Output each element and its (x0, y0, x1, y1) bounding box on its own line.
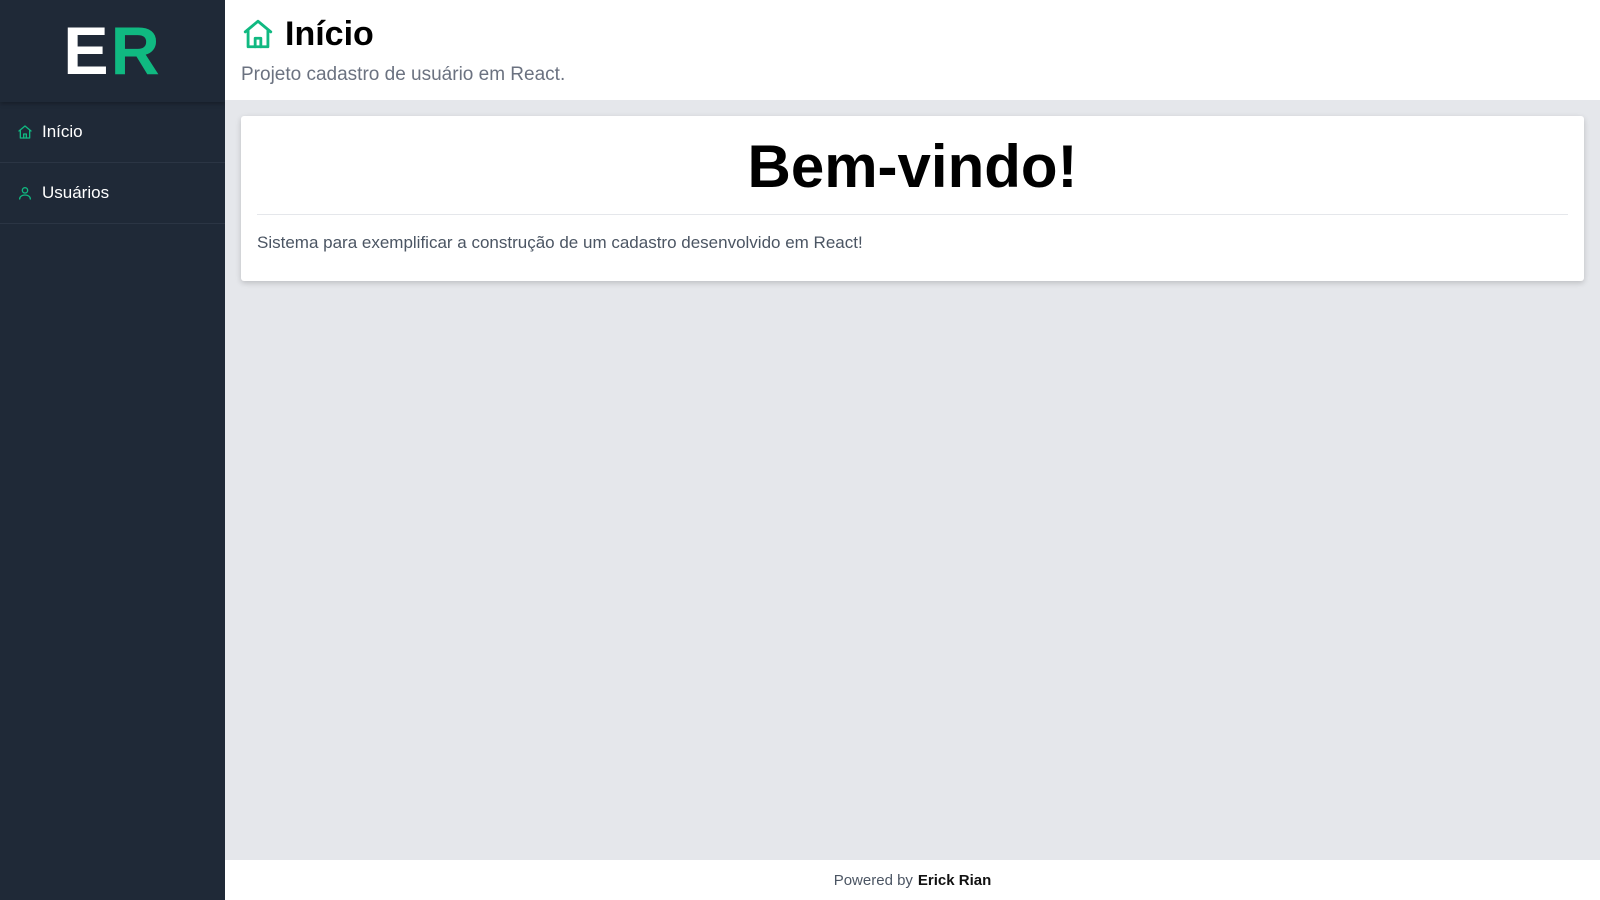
sidebar-item-usuarios[interactable]: Usuários (0, 163, 225, 224)
home-icon (241, 17, 275, 51)
welcome-description: Sistema para exemplificar a construção d… (257, 233, 863, 252)
welcome-card: Bem-vindo! Sistema para exemplificar a c… (241, 116, 1584, 281)
footer-prefix: Powered by (833, 871, 913, 889)
welcome-heading: Bem-vindo! (747, 133, 1078, 200)
divider (257, 214, 1568, 215)
home-icon (17, 124, 33, 140)
header-title-row: Início (241, 14, 1600, 54)
app-root: ER Início Usuários Início Projeto cadast… (0, 0, 1600, 900)
main-content: Bem-vindo! Sistema para exemplificar a c… (225, 100, 1600, 860)
page-header: Início Projeto cadastro de usuário em Re… (225, 0, 1600, 100)
logo[interactable]: ER (0, 0, 225, 102)
user-icon (17, 185, 33, 201)
sidebar: ER Início Usuários (0, 0, 225, 900)
page-subtitle: Projeto cadastro de usuário em React. (241, 64, 566, 85)
page-title: Início (285, 14, 374, 53)
logo-letter-e: E (63, 13, 111, 89)
sidebar-item-label: Início (42, 122, 83, 141)
sidebar-nav: Início Usuários (0, 102, 225, 224)
logo-letter-r: R (110, 13, 162, 89)
sidebar-item-label: Usuários (42, 183, 110, 202)
page-footer: Powered by Erick Rian (225, 860, 1600, 900)
footer-author: Erick Rian (917, 871, 992, 889)
sidebar-item-inicio[interactable]: Início (0, 102, 225, 163)
